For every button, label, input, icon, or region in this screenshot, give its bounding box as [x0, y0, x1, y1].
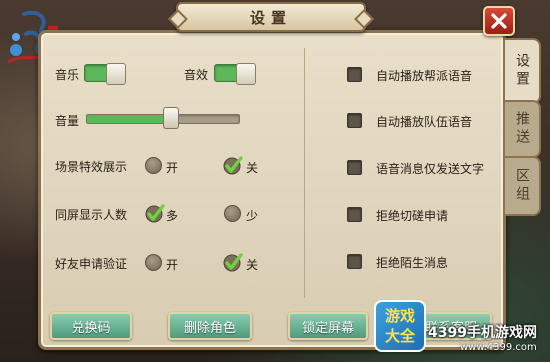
checkmark-icon [223, 253, 243, 272]
watermark-url: www.4399.com [460, 342, 537, 353]
same-screen-few-label: 少 [246, 209, 259, 223]
sfx-toggle[interactable] [214, 63, 256, 85]
friend-verify-off-checked[interactable] [222, 251, 244, 273]
volume-label: 音量 [55, 114, 80, 128]
scene-effects-label: 场景特效展示 [55, 160, 128, 174]
tab-settings[interactable]: 设置 [505, 38, 541, 104]
scene-effects-on-radio[interactable] [145, 157, 162, 174]
close-button[interactable] [483, 6, 515, 36]
auto-play-guild-voice-label: 自动播放帮派语音 [376, 69, 473, 83]
redeem-code-button[interactable]: 兑换码 [50, 312, 132, 340]
voice-text-only-label: 语音消息仅发送文字 [376, 162, 485, 176]
column-divider [304, 48, 305, 298]
friend-verify-on-radio[interactable] [145, 254, 162, 271]
tab-settings-label: 设置 [514, 53, 530, 89]
tab-push-label: 推送 [514, 111, 530, 147]
music-toggle[interactable] [84, 63, 126, 85]
volume-slider-handle[interactable] [163, 107, 179, 129]
reject-stranger-label: 拒绝陌生消息 [376, 256, 449, 270]
toggle-knob [106, 63, 126, 85]
voice-text-only-checkbox[interactable] [347, 160, 362, 175]
lock-screen-label: 锁定屏幕 [301, 320, 354, 336]
tab-server-group-label: 区组 [514, 168, 530, 204]
lock-screen-button[interactable]: 锁定屏幕 [288, 312, 368, 340]
tab-push[interactable]: 推送 [505, 100, 541, 158]
reject-duel-label: 拒绝切磋申请 [376, 209, 449, 223]
same-screen-many-label: 多 [166, 209, 179, 223]
sfx-label: 音效 [184, 68, 209, 82]
page-title: 设置 [249, 8, 292, 27]
toggle-knob [236, 63, 256, 85]
checkmark-icon [223, 156, 243, 175]
watermark-badge-bottom: 大全 [384, 327, 415, 345]
redeem-code-label: 兑换码 [71, 320, 111, 336]
watermark-badge-top: 游戏 [384, 307, 415, 325]
scene-effects-on-label: 开 [166, 161, 179, 175]
auto-play-team-voice-label: 自动播放队伍语音 [376, 115, 473, 129]
close-icon [491, 13, 507, 29]
scene-effects-off-label: 关 [246, 161, 259, 175]
same-screen-label: 同屏显示人数 [55, 208, 128, 222]
watermark-badge: 游戏 大全 [374, 300, 426, 352]
title-plate: 设置 [176, 2, 366, 32]
delete-character-label: 删除角色 [183, 320, 236, 336]
scene-effects-off-checked[interactable] [222, 154, 244, 176]
volume-slider-fill [87, 115, 172, 123]
friend-verify-off-label: 关 [246, 258, 259, 272]
friend-verify-label: 好友申请验证 [55, 257, 128, 271]
delete-character-button[interactable]: 删除角色 [168, 312, 252, 340]
music-label: 音乐 [55, 68, 80, 82]
checkmark-icon [145, 204, 165, 223]
friend-verify-on-label: 开 [166, 258, 179, 272]
auto-play-team-voice-checkbox[interactable] [347, 113, 362, 128]
reject-stranger-checkbox[interactable] [347, 254, 362, 269]
reject-duel-checkbox[interactable] [347, 207, 362, 222]
watermark-text: 4399手机游戏网 [428, 325, 537, 341]
same-screen-many-checked[interactable] [144, 202, 166, 224]
same-screen-few-radio[interactable] [224, 205, 241, 222]
tab-server-group[interactable]: 区组 [505, 156, 541, 216]
auto-play-guild-voice-checkbox[interactable] [347, 67, 362, 82]
